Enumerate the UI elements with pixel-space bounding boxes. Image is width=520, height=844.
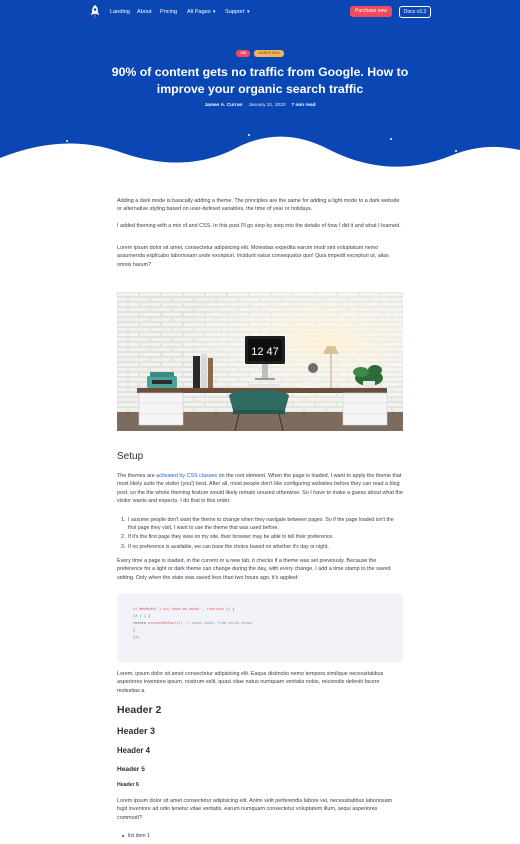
nav-dropdown-support[interactable]: Support ▾ (225, 9, 250, 15)
nav-all-pages-label: All Pages (187, 9, 211, 15)
intro-paragraph-1: Adding a dark mode is basically adding a… (117, 198, 400, 213)
list-item: 1. I assume people don't want the theme t… (121, 516, 400, 532)
purchase-now-button[interactable]: Purchase now (350, 6, 392, 17)
bullet-icon (122, 835, 124, 837)
code-line: return preventDefault() // stops modal f… (133, 621, 252, 625)
header-6: Header 6 (117, 782, 139, 788)
code-block: $('#myModal').on('show.bs.modal', functi… (117, 594, 403, 662)
code-token: }); (133, 635, 140, 639)
header-4: Header 4 (117, 746, 150, 755)
post-date: January 31, 2020 (248, 103, 286, 108)
list-item: 2. If it's the first page they view on my… (121, 533, 400, 541)
header-3: Header 3 (117, 726, 156, 736)
rocket-logo-icon[interactable] (88, 4, 102, 20)
tag-badge[interactable]: MARKETING (254, 50, 284, 57)
code-token: () { (226, 607, 235, 611)
nav-link-about[interactable]: About (137, 9, 152, 15)
list-item-text: list item 1 (128, 833, 150, 839)
desk-workspace-illustration: 12 47 (117, 292, 403, 431)
header-5: Header 5 (117, 766, 145, 773)
list-item: 3. If no preference is available, we can … (121, 543, 400, 551)
setup-paragraph-2: Every time a page is loaded, in the curr… (117, 558, 391, 581)
article-image: 12 47 (117, 292, 403, 431)
setup-text: The themes are (117, 473, 157, 479)
nav-link-pricing[interactable]: Pricing (160, 9, 177, 15)
code-token: return (133, 621, 146, 625)
tag-badge[interactable]: UNI (236, 50, 251, 57)
list-number: 3. (121, 544, 126, 550)
code-token: } (133, 628, 136, 632)
code-line: }); (133, 635, 140, 639)
code-token: if ( ) { (133, 614, 151, 618)
setup-paragraph-1: The themes are activated by CSS classes … (117, 472, 403, 506)
code-line: $('#myModal').on('show.bs.modal', functi… (133, 607, 235, 611)
list-number: 1. (121, 517, 126, 523)
monitor-clock-text: 12 47 (251, 346, 279, 358)
docs-button[interactable]: Docs v3.3 (399, 6, 431, 18)
code-token: // stops modal from being shown (184, 621, 253, 625)
intro-paragraph-2: I added theming with a mix of and CSS. I… (117, 223, 401, 229)
hero-wave-divider (0, 136, 520, 178)
code-token: $('#myModal').on('show.bs.modal', functi… (133, 607, 224, 611)
nav-dropdown-all-pages[interactable]: All Pages ▾ (187, 9, 216, 15)
list-number: 2. (121, 534, 126, 540)
nav-link-landing[interactable]: Landing (110, 9, 130, 15)
header-2: Header 2 (117, 704, 162, 716)
paragraph-after-code: Lorem, ipsum dolor sit amet consectetur … (117, 671, 384, 694)
step-text: I assume people don't want the theme to … (128, 517, 394, 532)
tag-list: UNI MARKETING (0, 50, 520, 57)
css-classes-link[interactable]: activated by CSS classes (156, 473, 217, 479)
setup-heading: Setup (117, 451, 144, 462)
step-text: If it's the first page they view on my s… (128, 534, 334, 540)
page-title: 90% of content gets no traffic from Goog… (111, 65, 409, 96)
code-line: if ( ) { (133, 614, 150, 618)
author-name[interactable]: James A. Curran (204, 103, 242, 108)
list-item: list item 1 (122, 833, 150, 839)
chevron-down-icon: ▾ (211, 9, 216, 15)
chevron-down-icon: ▾ (245, 9, 250, 15)
post-meta: James A. Curran January 31, 2020 7 min r… (0, 103, 520, 108)
code-token: preventDefault() (148, 621, 183, 625)
step-text: If no preference is available, we can ba… (128, 544, 329, 550)
intro-paragraph-3: Lorem ipsum dolor sit amet, consectetur … (117, 245, 389, 268)
code-line: } (133, 628, 135, 632)
read-time: 7 min read (291, 103, 316, 108)
nav-support-label: Support (225, 9, 245, 15)
closing-paragraph: Lorem ipsum dolor sit amet consectetur a… (117, 798, 393, 821)
top-nav: Landing About Pricing All Pages ▾ Suppor… (0, 4, 520, 20)
